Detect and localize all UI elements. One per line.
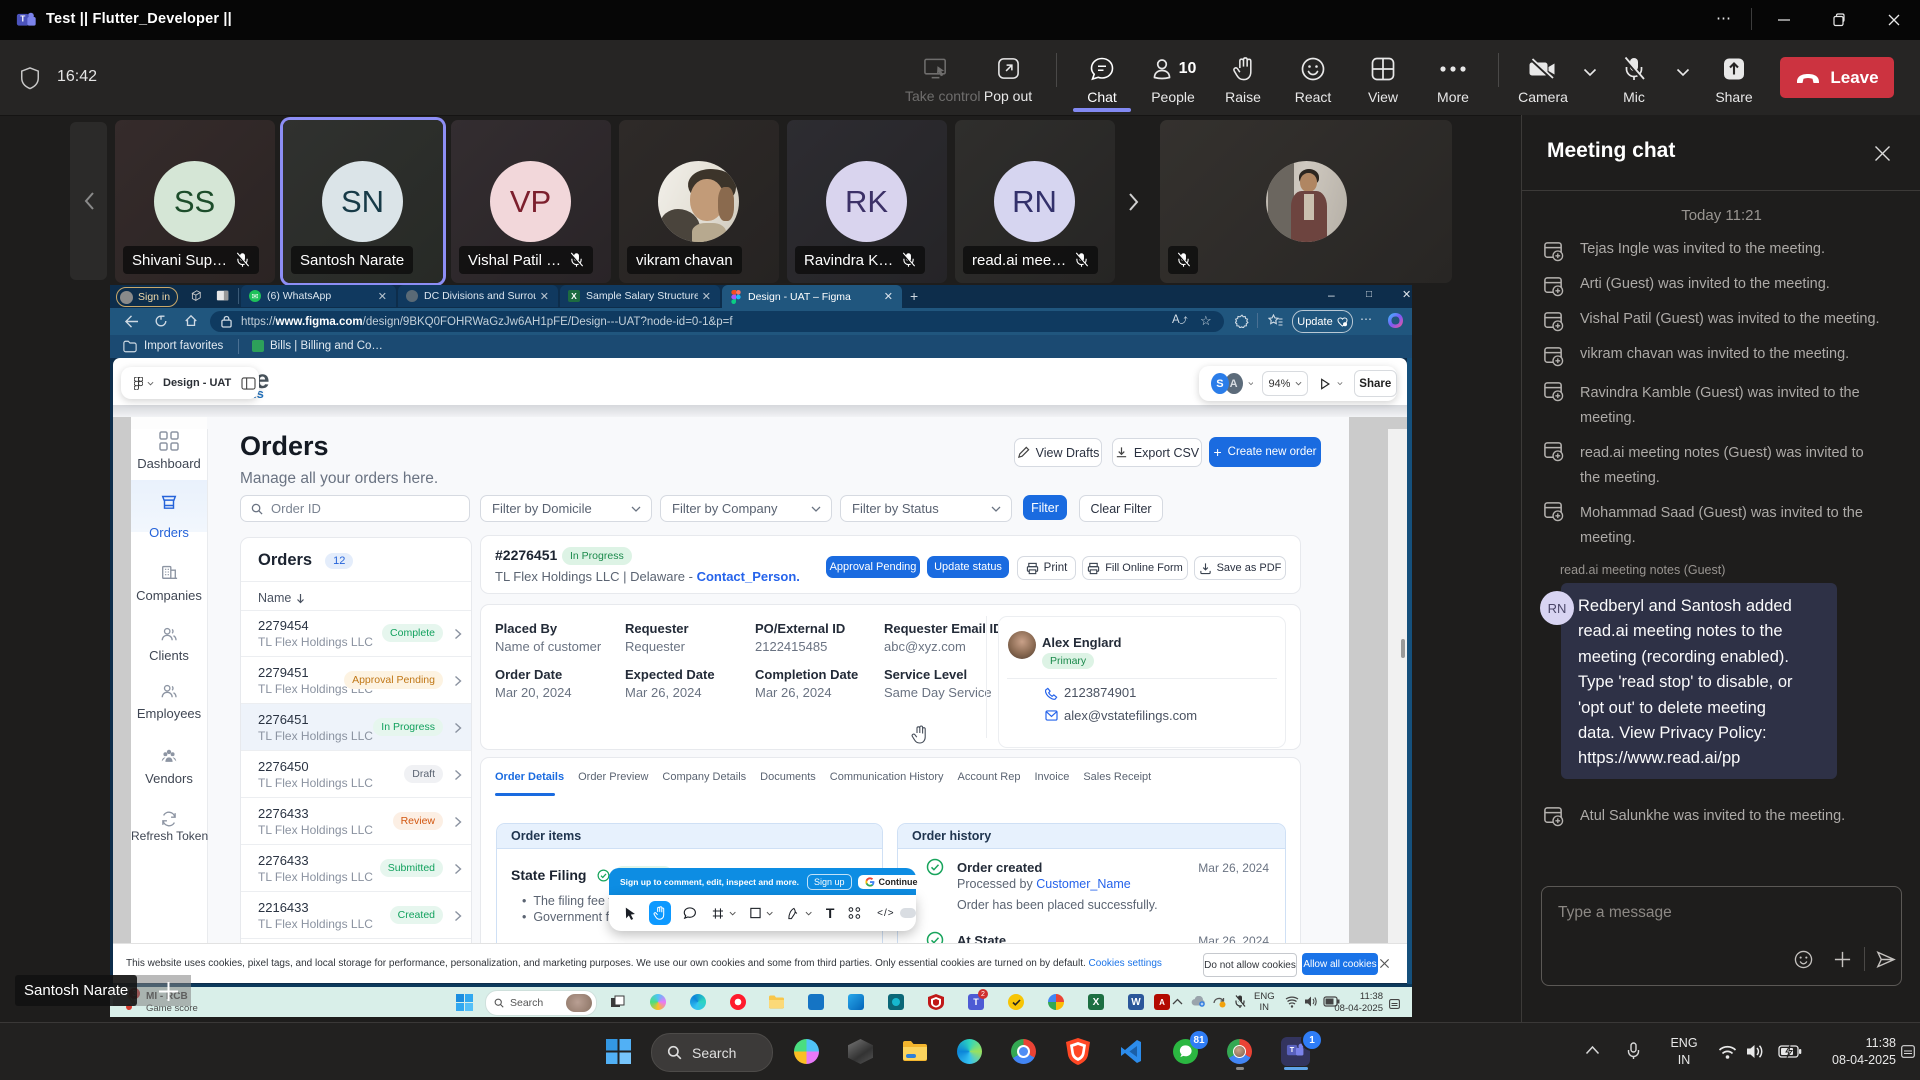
svg-text:T: T (1289, 1045, 1294, 1054)
svg-text:T: T (20, 14, 25, 24)
